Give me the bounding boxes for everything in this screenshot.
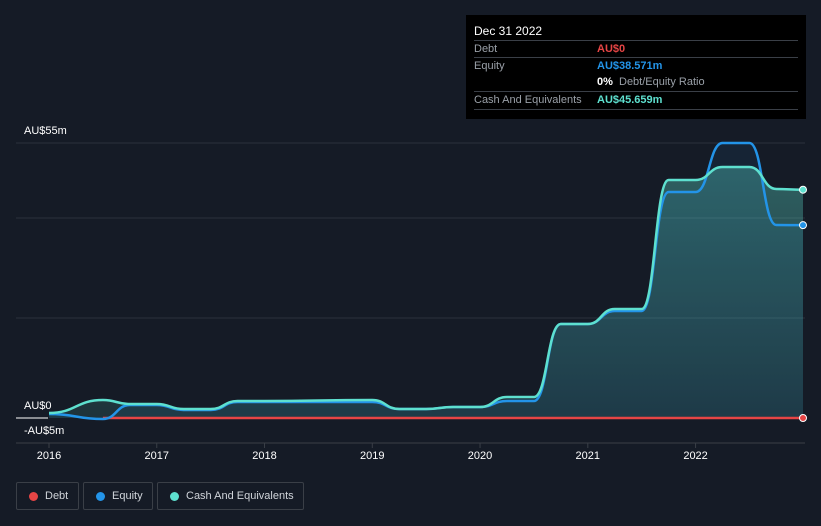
tooltip-label: Debt — [474, 43, 498, 55]
x-tick-label: 2019 — [360, 450, 385, 462]
tooltip-row-debt: Debt AU$0 — [474, 40, 798, 58]
tooltip-date: Dec 31 2022 — [474, 24, 543, 38]
series-end-marker — [799, 414, 807, 422]
legend-label: Equity — [112, 490, 143, 502]
legend-label: Debt — [45, 490, 69, 502]
y-tick-label: AU$55m — [24, 125, 67, 137]
legend-label: Cash And Equivalents — [186, 490, 294, 502]
x-tick-label: 2016 — [36, 450, 62, 462]
x-tick-label: 2021 — [575, 450, 601, 462]
tooltip-value: AU$38.571m — [597, 60, 663, 72]
x-tick-label: 2022 — [683, 450, 708, 462]
x-tick-label: 2020 — [467, 450, 493, 462]
tooltip-row-ratio: 0% Debt/Equity Ratio — [474, 74, 798, 91]
tooltip: Dec 31 2022 Debt AU$0 Equity AU$38.571m … — [466, 15, 806, 119]
y-tick-label: -AU$5m — [24, 425, 65, 437]
legend-item-debt[interactable]: Debt — [16, 482, 79, 510]
legend-dot-icon — [29, 492, 38, 501]
tooltip-label: Cash And Equivalents — [474, 94, 582, 106]
legend-item-cash[interactable]: Cash And Equivalents — [157, 482, 304, 510]
tooltip-value: AU$45.659m — [597, 94, 663, 106]
tooltip-ratio-label: Debt/Equity Ratio — [619, 76, 705, 88]
tooltip-label: Equity — [474, 60, 505, 72]
tooltip-value: 0% — [597, 76, 613, 88]
legend-dot-icon — [170, 492, 179, 501]
legend-item-equity[interactable]: Equity — [83, 482, 153, 510]
y-tick-label: AU$0 — [24, 400, 52, 412]
series-end-marker — [799, 221, 807, 230]
tooltip-value: AU$0 — [597, 43, 626, 55]
series-end-marker — [799, 185, 807, 194]
tooltip-row-equity: Equity AU$38.571m — [474, 57, 798, 75]
legend-dot-icon — [96, 492, 105, 501]
x-tick-label: 2017 — [144, 450, 169, 462]
tooltip-row-cash: Cash And Equivalents AU$45.659m — [474, 91, 798, 110]
x-tick-label: 2018 — [252, 450, 277, 462]
